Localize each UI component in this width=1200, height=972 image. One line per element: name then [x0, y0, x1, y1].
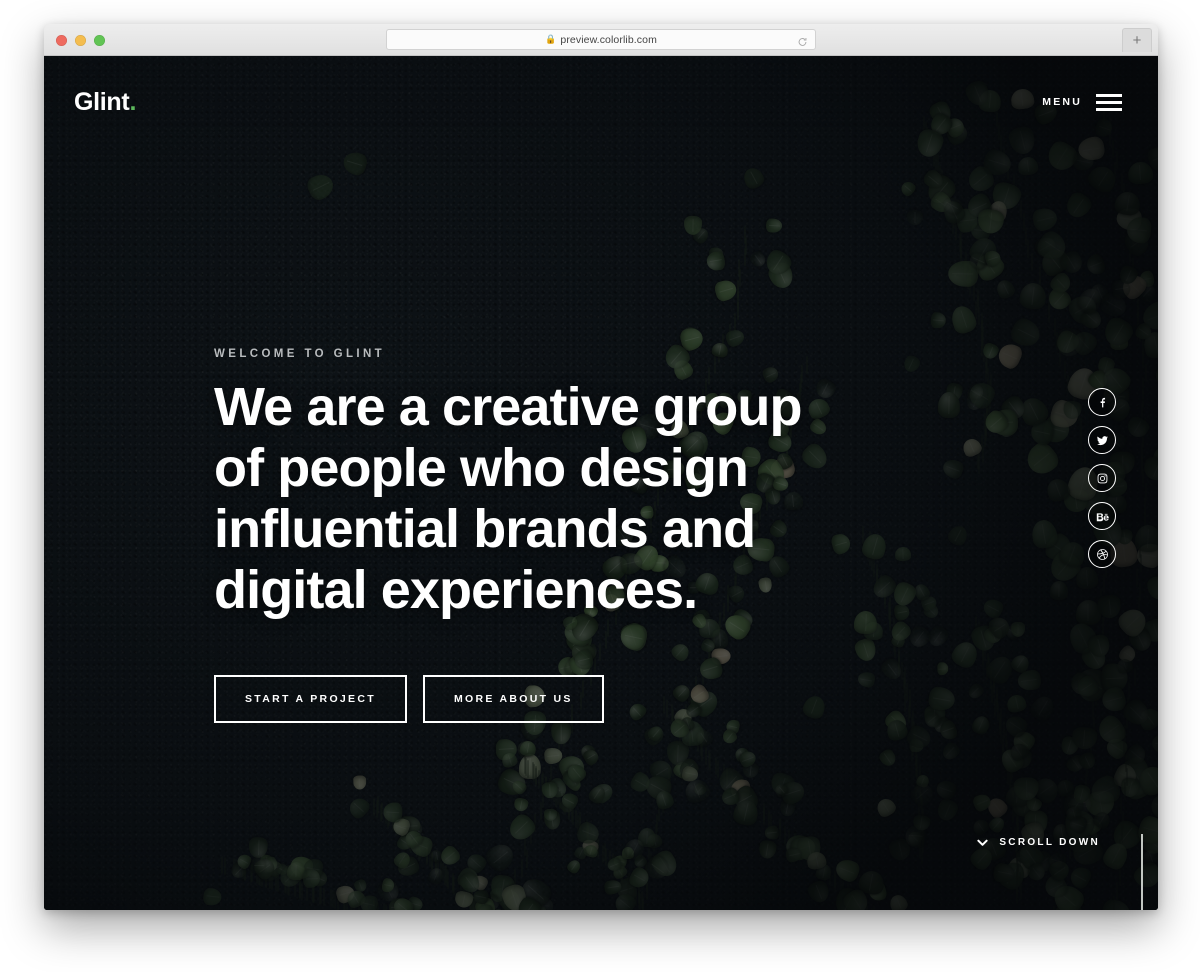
start-a-project-button[interactable]: START A PROJECT [214, 675, 407, 724]
hamburger-icon [1096, 93, 1122, 111]
twitter-link[interactable] [1088, 426, 1116, 454]
url-text: preview.colorlib.com [560, 33, 657, 46]
instagram-link[interactable] [1088, 464, 1116, 492]
logo-accent-dot: . [129, 87, 137, 116]
hero-eyebrow: WELCOME TO GLINT [214, 348, 386, 360]
hero-headline-line: digital experiences. [214, 560, 698, 621]
scroll-down-label: SCROLL DOWN [999, 837, 1100, 848]
close-window-button[interactable] [56, 35, 67, 46]
instagram-icon [1096, 472, 1109, 485]
hero-content: WELCOME TO GLINT We are a creative group… [214, 348, 802, 724]
twitter-icon [1096, 434, 1109, 447]
lock-icon: 🔒 [545, 34, 557, 44]
new-tab-label: + [1132, 32, 1142, 49]
logo-text: Glint [74, 87, 130, 116]
menu-label: MENU [1042, 96, 1082, 108]
browser-window: 🔒 preview.colorlib.com + Glint. MENU WEL… [44, 24, 1158, 910]
hero-headline-line: of people who design [214, 438, 749, 499]
address-bar[interactable]: 🔒 preview.colorlib.com [386, 29, 816, 50]
hero-headline-line: influential brands and [214, 499, 756, 560]
maximize-window-button[interactable] [94, 35, 105, 46]
dribbble-link[interactable] [1088, 540, 1116, 568]
hero-headline-line: We are a creative group [214, 377, 802, 437]
minimize-window-button[interactable] [75, 35, 86, 46]
behance-icon [1096, 510, 1109, 523]
new-tab-button[interactable]: + [1122, 28, 1152, 52]
more-about-us-button[interactable]: MORE ABOUT US [422, 675, 604, 724]
browser-titlebar: 🔒 preview.colorlib.com + [44, 24, 1158, 56]
behance-link[interactable] [1088, 502, 1116, 530]
url-text-wrap: 🔒 preview.colorlib.com [545, 34, 657, 46]
reload-icon[interactable] [797, 34, 808, 46]
hero-cta-row: START A PROJECT MORE ABOUT US [214, 675, 802, 724]
site-header: Glint. MENU [44, 56, 1158, 148]
site-logo[interactable]: Glint. [74, 88, 136, 117]
scroll-indicator-line [1141, 834, 1143, 910]
social-links-rail [1088, 388, 1116, 568]
facebook-icon [1096, 396, 1109, 409]
chevron-down-icon [977, 837, 988, 848]
dribbble-icon [1096, 548, 1109, 561]
page-viewport: Glint. MENU WELCOME TO GLINT We are a cr… [44, 56, 1158, 910]
facebook-link[interactable] [1088, 388, 1116, 416]
menu-toggle-button[interactable]: MENU [1042, 93, 1122, 111]
scroll-down-button[interactable]: SCROLL DOWN [977, 837, 1100, 848]
window-controls [56, 35, 105, 46]
hero-headline: We are a creative group of people who des… [214, 377, 802, 621]
